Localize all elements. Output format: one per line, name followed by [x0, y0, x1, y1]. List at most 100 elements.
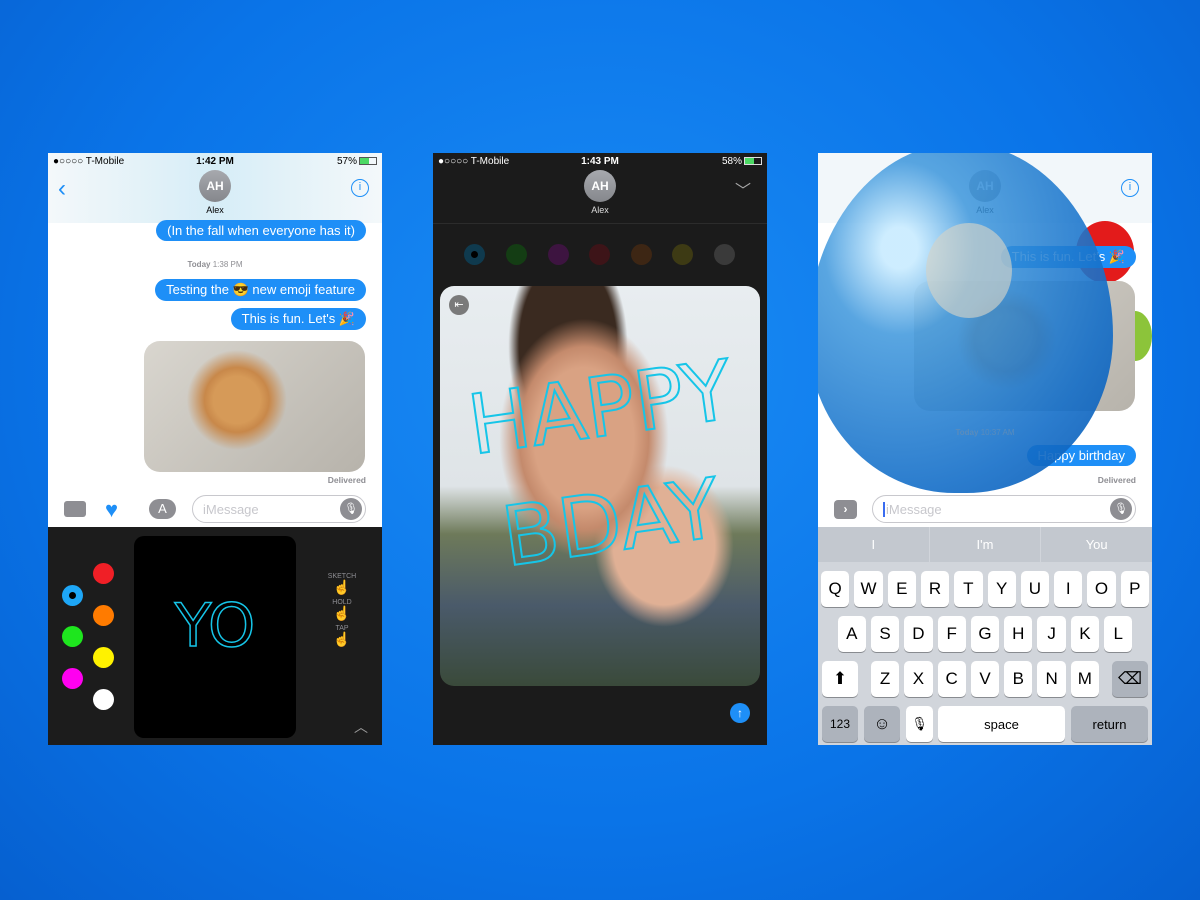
hold-gesture-icon: ☝: [333, 605, 351, 621]
predictive-bar: I I'm You: [818, 527, 1152, 562]
kitten-photo[interactable]: [144, 341, 365, 472]
drawing-line-bday: BDAY: [497, 461, 727, 586]
divider: [433, 223, 767, 224]
color-orange[interactable]: [631, 244, 652, 265]
key-h[interactable]: H: [1004, 616, 1033, 652]
space-key[interactable]: space: [938, 706, 1065, 742]
return-key[interactable]: return: [1071, 706, 1148, 742]
suggestion[interactable]: I'm: [930, 527, 1042, 562]
message-timestamp: Today 1:38 PM: [187, 260, 243, 269]
message-timestamp: Today 10:37 AM: [955, 428, 1015, 437]
suggestion[interactable]: I: [818, 527, 930, 562]
expand-chevron-icon[interactable]: ︿: [354, 717, 368, 737]
key-j[interactable]: J: [1037, 616, 1066, 652]
avatar[interactable]: AH: [199, 170, 231, 202]
color-blue[interactable]: [464, 244, 485, 265]
contact-name: Alex: [591, 205, 609, 215]
digital-touch-panel: YO SKETCH ☝ HOLD ☝ TAP ☝ ︿: [48, 527, 382, 745]
tap-gesture-icon: ☝: [333, 631, 351, 647]
key-c[interactable]: C: [937, 661, 966, 697]
color-magenta[interactable]: [62, 668, 83, 689]
microphone-icon[interactable]: 🎙: [1110, 498, 1132, 520]
send-button[interactable]: ↑: [730, 703, 750, 723]
color-orange[interactable]: [93, 605, 114, 626]
message-input[interactable]: iMessage 🎙: [872, 495, 1136, 523]
key-d[interactable]: D: [904, 616, 933, 652]
key-o[interactable]: O: [1087, 571, 1116, 607]
back-chevron-icon[interactable]: ‹: [58, 175, 66, 203]
key-x[interactable]: X: [904, 661, 933, 697]
shift-key[interactable]: ⬆: [822, 661, 858, 697]
key-t[interactable]: T: [954, 571, 983, 607]
happy-bday-drawing: HAPPY BDAY: [462, 342, 740, 587]
color-red[interactable]: [93, 563, 114, 584]
key-v[interactable]: V: [970, 661, 1000, 697]
collapse-chevron-icon[interactable]: ﹀: [735, 177, 751, 201]
clock: 1:43 PM: [581, 156, 619, 167]
white-balloon: [926, 223, 1012, 318]
key-w[interactable]: W: [854, 571, 883, 607]
delete-key[interactable]: ⌫: [1112, 661, 1148, 697]
key-q[interactable]: Q: [821, 571, 850, 607]
microphone-icon[interactable]: 🎙: [340, 498, 362, 520]
key-s[interactable]: S: [870, 616, 900, 652]
phone-balloons-effect: AH Alex i This is fun. Let's 🎉 Happy bir…: [818, 153, 1152, 745]
info-icon[interactable]: i: [351, 179, 369, 197]
camera-icon[interactable]: [64, 501, 86, 517]
key-y[interactable]: Y: [987, 571, 1016, 607]
key-z[interactable]: Z: [870, 661, 900, 697]
color-yellow[interactable]: [93, 647, 114, 668]
status-bar: ●○○○○ T-Mobile 1:42 PM 57%: [48, 153, 382, 170]
color-magenta[interactable]: [548, 244, 569, 265]
status-bar: ●○○○○ T-Mobile 1:43 PM 58%: [433, 153, 767, 170]
phone-fullscreen-sketch: ●○○○○ T-Mobile 1:43 PM 58% AH Alex ﹀ ⇤ H…: [433, 153, 767, 745]
digital-touch-heart-icon[interactable]: ♥: [105, 497, 118, 523]
app-store-icon[interactable]: A: [149, 499, 176, 519]
suggestion[interactable]: You: [1041, 527, 1152, 562]
color-yellow[interactable]: [672, 244, 693, 265]
key-g[interactable]: G: [970, 616, 1000, 652]
key-m[interactable]: M: [1070, 661, 1100, 697]
color-blue[interactable]: [62, 585, 83, 606]
key-n[interactable]: N: [1037, 661, 1066, 697]
color-white[interactable]: [93, 689, 114, 710]
avatar[interactable]: AH: [584, 170, 616, 202]
key-row-3: ZXCVBNM: [821, 661, 1149, 697]
key-k[interactable]: K: [1070, 616, 1100, 652]
key-i[interactable]: I: [1054, 571, 1083, 607]
delivered-label: Delivered: [327, 475, 366, 485]
info-icon[interactable]: i: [1121, 179, 1139, 197]
message-bubble[interactable]: Testing the 😎 new emoji feature: [155, 279, 366, 301]
key-p[interactable]: P: [1120, 571, 1149, 607]
color-red[interactable]: [589, 244, 610, 265]
key-row-2: ASDFGHJKL: [821, 616, 1149, 652]
key-f[interactable]: F: [937, 616, 966, 652]
blue-balloon: [818, 153, 1113, 493]
keyboard: I I'm You QWERTYUIOP ASDFGHJKL ZXCVBNM ⬆…: [818, 527, 1152, 745]
color-gray[interactable]: [714, 244, 735, 265]
key-r[interactable]: R: [920, 571, 950, 607]
message-bubble[interactable]: This is fun. Let's 🎉: [230, 308, 366, 330]
clock: 1:42 PM: [196, 156, 234, 167]
color-green[interactable]: [506, 244, 527, 265]
color-green[interactable]: [62, 626, 83, 647]
numbers-key[interactable]: 123: [822, 706, 858, 742]
drawing-line-happy: HAPPY: [463, 343, 739, 474]
selfie-photo-canvas[interactable]: ⇤ HAPPY BDAY: [440, 286, 760, 686]
contact-name: Alex: [206, 205, 224, 215]
key-l[interactable]: L: [1104, 616, 1133, 652]
expand-apps-button[interactable]: ›: [834, 500, 857, 519]
input-bar: ♥ A iMessage 🎙: [48, 493, 382, 528]
emoji-key[interactable]: ☺: [864, 706, 900, 742]
delivered-label: Delivered: [1097, 475, 1136, 485]
sketch-gesture-icon: ☝: [333, 579, 351, 595]
sketch-canvas[interactable]: YO: [134, 536, 296, 738]
key-u[interactable]: U: [1020, 571, 1050, 607]
phone-sketch-screen: ●○○○○ T-Mobile 1:42 PM 57% ‹ AH Alex i (…: [48, 153, 382, 745]
key-b[interactable]: B: [1004, 661, 1033, 697]
key-a[interactable]: A: [837, 616, 866, 652]
dictation-key[interactable]: 🎙: [906, 706, 933, 742]
message-bubble[interactable]: (In the fall when everyone has it): [156, 220, 366, 241]
message-input[interactable]: iMessage 🎙: [192, 495, 366, 523]
key-e[interactable]: E: [887, 571, 916, 607]
